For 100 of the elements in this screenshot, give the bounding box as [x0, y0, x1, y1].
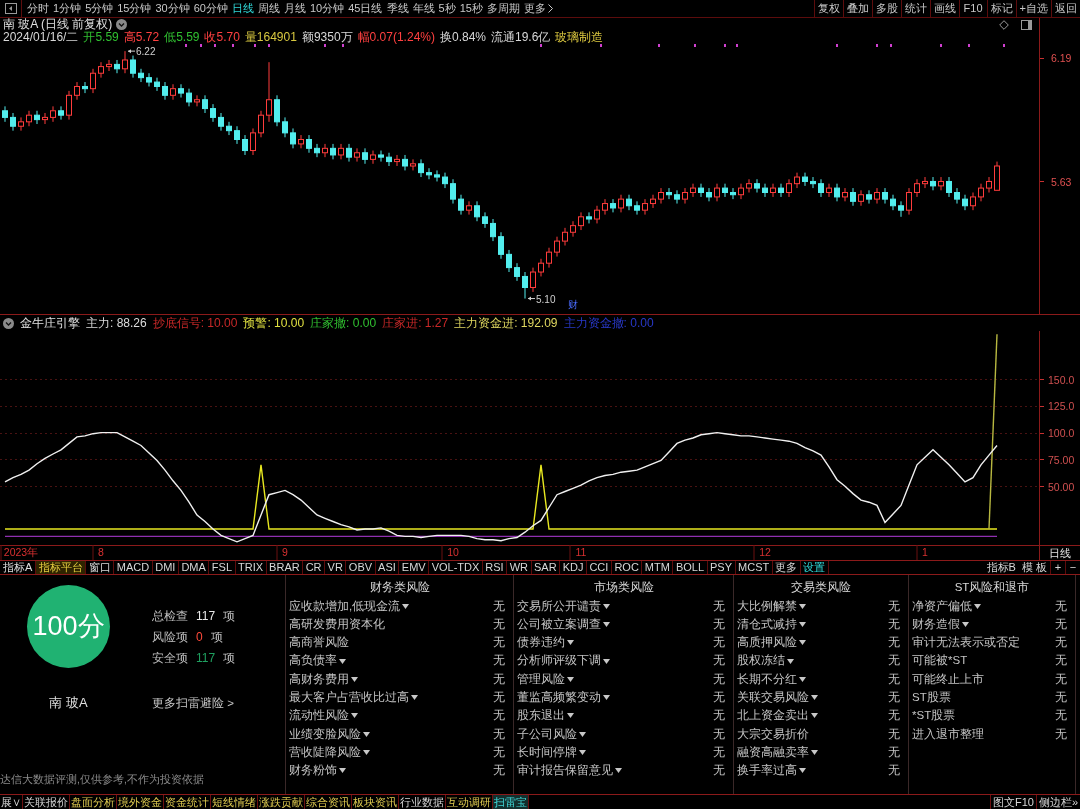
risk-item[interactable]: 流动性风险 — [289, 707, 349, 725]
indicator-tab[interactable]: CR — [303, 561, 326, 574]
period-tab[interactable]: 月线 — [282, 0, 308, 17]
period-tab[interactable]: 30分钟 — [153, 0, 192, 17]
risk-item[interactable]: 应收款增加,低现金流 — [289, 597, 401, 615]
risk-item[interactable]: 高财务费用 — [289, 670, 349, 688]
toolbar-button[interactable]: 多股 — [871, 0, 901, 17]
period-tab[interactable]: 分时 — [25, 0, 51, 17]
period-tab[interactable]: 年线 — [410, 0, 437, 17]
indicator-tab[interactable]: BRAR — [266, 561, 304, 574]
indicator-tab[interactable]: FSL — [209, 561, 236, 574]
risk-item[interactable]: 子公司风险 — [517, 725, 577, 743]
indicator-tab[interactable]: SAR — [531, 561, 561, 574]
period-tab[interactable]: 15分钟 — [115, 0, 154, 17]
indicator-tab[interactable]: TRIX — [235, 561, 267, 574]
bottom-tab[interactable]: 扫雷宝 — [493, 795, 529, 809]
bottom-tab[interactable]: 关联报价 — [23, 795, 70, 809]
indicator-tab[interactable]: WR — [507, 561, 532, 574]
period-tab[interactable]: 周线 — [256, 0, 282, 17]
panel-toggle-icon[interactable] — [4, 3, 17, 14]
bottom-tab[interactable]: 资金统计 — [164, 795, 211, 809]
risk-item[interactable]: 高负债率 — [289, 652, 337, 670]
window-icon[interactable] — [1021, 19, 1032, 30]
indicator-tab[interactable]: 窗口 — [86, 561, 115, 574]
period-tab[interactable]: 1分钟 — [51, 0, 84, 17]
toolbar-button[interactable]: 复权 — [813, 0, 843, 17]
indicator-tab[interactable]: BOLL — [673, 561, 708, 574]
diamond-icon[interactable] — [999, 19, 1009, 30]
risk-item[interactable]: 审计报告保留意见 — [517, 762, 613, 780]
chevron-down-circle-icon[interactable] — [116, 19, 128, 30]
period-tab[interactable]: 10分钟 — [308, 0, 347, 17]
bottom-tab[interactable]: 盘面分析 — [70, 795, 117, 809]
risk-item[interactable]: 财务造假 — [912, 615, 960, 634]
risk-item[interactable]: 股东退出 — [517, 707, 565, 725]
risk-item[interactable]: 高质押风险 — [737, 634, 797, 652]
chevron-down-circle-icon[interactable] — [3, 317, 14, 329]
toolbar-button[interactable]: 画线 — [929, 0, 959, 17]
toolbar-button[interactable]: +自选 — [1015, 0, 1051, 17]
side-button[interactable]: 图文F10 — [989, 795, 1036, 809]
indicator-tab[interactable]: MTM — [642, 561, 674, 574]
risk-item[interactable]: 股权冻结 — [737, 652, 785, 670]
period-tab[interactable]: 5秒 — [436, 0, 458, 17]
indicator-tab[interactable]: DMI — [152, 561, 179, 574]
risk-item[interactable]: 最大客户占营收比过高 — [289, 689, 409, 707]
toolbar-button[interactable]: 返回 — [1051, 0, 1080, 17]
risk-item[interactable]: 业绩变脸风险 — [289, 725, 361, 743]
toolbar-button[interactable]: 叠加 — [842, 0, 872, 17]
period-tab[interactable]: 5分钟 — [83, 0, 116, 17]
panel-button[interactable]: 模 板 — [1018, 561, 1050, 574]
indicator-tab[interactable]: 指标平台 — [36, 561, 87, 574]
risk-item[interactable]: 公司被立案调查 — [517, 615, 601, 634]
risk-item[interactable]: 财务粉饰 — [289, 762, 337, 780]
bottom-tab[interactable]: 行业数据 — [399, 795, 446, 809]
indicator-tab[interactable]: ROC — [611, 561, 643, 574]
bottom-tab[interactable]: 涨跌贡献 — [258, 795, 305, 809]
bottom-tab[interactable]: 板块资讯 — [352, 795, 399, 809]
bottom-tab[interactable]: 短线情绪 — [211, 795, 258, 809]
risk-item[interactable]: 债券违约 — [517, 634, 565, 652]
indicator-tab[interactable]: VR — [325, 561, 347, 574]
indicator-tab[interactable]: EMV — [399, 561, 430, 574]
risk-item[interactable]: 营收陡降风险 — [289, 743, 361, 762]
indicator-tab[interactable]: ASI — [375, 561, 400, 574]
toolbar-button[interactable]: F10 — [958, 0, 987, 17]
risk-item[interactable]: 管理风险 — [517, 670, 565, 688]
indicator-tab[interactable]: PSY — [707, 561, 736, 574]
indicator-tab[interactable]: RSI — [482, 561, 508, 574]
period-tab[interactable]: 45日线 — [346, 0, 385, 17]
risk-item[interactable]: 北上资金卖出 — [737, 707, 809, 725]
period-tab[interactable]: 季线 — [384, 0, 411, 17]
indicator-tab[interactable]: MCST — [735, 561, 773, 574]
period-tab[interactable]: 15秒 — [457, 0, 485, 17]
indicator-tab[interactable]: VOL-TDX — [429, 561, 483, 574]
more-scan-link[interactable]: 更多扫雷避险 > — [152, 695, 236, 713]
period-tab[interactable]: 日线 — [230, 0, 256, 17]
indicator-tab[interactable]: CCI — [586, 561, 612, 574]
indicator-tab[interactable]: KDJ — [560, 561, 587, 574]
indicator-tab[interactable]: MACD — [114, 561, 153, 574]
more-indicators-button[interactable]: 更多 — [772, 561, 801, 574]
zoom-button[interactable]: + — [1050, 561, 1065, 574]
risk-item[interactable]: 交易所公开谴责 — [517, 597, 601, 615]
risk-item[interactable]: 净资产偏低 — [912, 597, 972, 615]
risk-item[interactable]: 换手率过高 — [737, 762, 797, 780]
risk-item[interactable]: 董监高频繁变动 — [517, 689, 601, 707]
risk-item[interactable]: 关联交易风险 — [737, 689, 809, 707]
side-button[interactable]: 侧边栏» — [1035, 795, 1080, 809]
bottom-tab[interactable]: 综合资讯 — [305, 795, 352, 809]
risk-item[interactable]: 清仓式减持 — [737, 615, 797, 634]
toolbar-button[interactable]: 标记 — [986, 0, 1016, 17]
toolbar-button[interactable]: 统计 — [900, 0, 930, 17]
zoom-button[interactable]: − — [1065, 561, 1080, 574]
risk-item[interactable]: 长时间停牌 — [517, 743, 577, 762]
risk-item[interactable]: 大比例解禁 — [737, 597, 797, 615]
bottom-tab[interactable]: 境外资金 — [117, 795, 164, 809]
risk-item[interactable]: 长期不分红 — [737, 670, 797, 688]
bottom-tab[interactable]: 互动调研 — [446, 795, 493, 809]
bottom-tab[interactable]: 展∨ — [0, 795, 23, 809]
settings-button[interactable]: 设置 — [800, 561, 829, 574]
risk-item[interactable]: 融资高融卖率 — [737, 743, 809, 762]
panel-button[interactable]: 指标B — [983, 561, 1019, 574]
risk-item[interactable]: 分析师评级下调 — [517, 652, 601, 670]
